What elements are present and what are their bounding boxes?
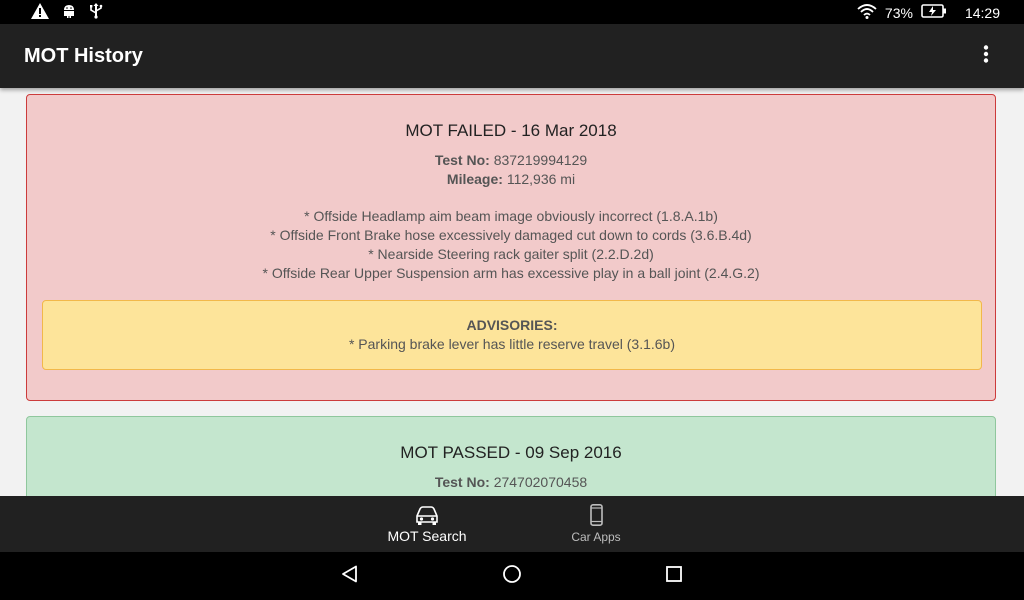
defect-item: * Offside Rear Upper Suspension arm has … bbox=[262, 265, 760, 281]
mileage-label: Mileage: bbox=[446, 171, 503, 187]
nav-label: MOT Search bbox=[387, 528, 467, 544]
bottom-navigation: MOT Search Car Apps bbox=[0, 496, 1024, 552]
battery-charging-icon bbox=[921, 4, 947, 21]
mileage-value: 112,936 mi bbox=[506, 171, 576, 187]
test-number-value: 837219994129 bbox=[493, 152, 588, 168]
advisory-item: * Parking brake lever has little reserve… bbox=[348, 336, 676, 352]
battery-percent: 73% bbox=[884, 4, 913, 21]
system-navigation-bar bbox=[0, 552, 1024, 600]
car-icon bbox=[414, 504, 440, 526]
test-number: Test No: 274702070458 bbox=[27, 473, 995, 492]
status-bar: 73% 14:29 bbox=[0, 0, 1024, 24]
app-bar: MOT History bbox=[0, 24, 1024, 88]
android-icon bbox=[61, 3, 77, 19]
wifi-icon bbox=[857, 3, 877, 22]
record-title: MOT FAILED - 16 Mar 2018 bbox=[405, 121, 617, 140]
clock: 14:29 bbox=[964, 4, 1000, 21]
defect-item: * Offside Front Brake hose excessively d… bbox=[270, 227, 752, 243]
defect-item: * Nearside Steering rack gaiter split (2… bbox=[368, 246, 654, 262]
nav-label: Car Apps bbox=[571, 530, 621, 544]
advisories-label: ADVISORIES: bbox=[466, 317, 558, 333]
advisories-box: ADVISORIES: * Parking brake lever has li… bbox=[42, 300, 982, 370]
usb-icon bbox=[89, 3, 103, 19]
nav-car-apps[interactable]: Car Apps bbox=[536, 496, 656, 552]
notification-icons bbox=[31, 3, 103, 19]
test-number-label: Test No: bbox=[434, 152, 490, 168]
warning-icon bbox=[31, 3, 49, 19]
defect-item: * Offside Headlamp aim beam image obviou… bbox=[304, 208, 718, 224]
back-button[interactable] bbox=[338, 564, 362, 588]
defect-list: * Offside Headlamp aim beam image obviou… bbox=[27, 207, 995, 283]
home-button[interactable] bbox=[500, 564, 524, 588]
home-icon bbox=[502, 564, 522, 589]
recents-button[interactable] bbox=[662, 564, 686, 588]
record-title: MOT PASSED - 09 Sep 2016 bbox=[400, 443, 622, 462]
recents-icon bbox=[666, 565, 682, 587]
mot-record-card: MOT PASSED - 09 Sep 2016 Test No: 274702… bbox=[26, 416, 996, 496]
mot-history-list[interactable]: MOT FAILED - 16 Mar 2018 Test No: 837219… bbox=[0, 88, 1024, 496]
phone-icon bbox=[583, 504, 609, 526]
app-title: MOT History bbox=[24, 45, 143, 67]
test-number: Test No: 837219994129 bbox=[27, 151, 995, 170]
nav-mot-search[interactable]: MOT Search bbox=[367, 496, 487, 552]
test-number-label: Test No: bbox=[434, 474, 490, 490]
test-number-value: 274702070458 bbox=[493, 474, 588, 490]
mot-record-card: MOT FAILED - 16 Mar 2018 Test No: 837219… bbox=[26, 94, 996, 401]
system-status: 73% 14:29 bbox=[857, 3, 1000, 22]
more-options-button[interactable] bbox=[974, 44, 998, 68]
more-vert-icon bbox=[983, 44, 989, 68]
mileage: Mileage: 112,936 mi bbox=[27, 170, 995, 189]
back-icon bbox=[341, 565, 359, 588]
